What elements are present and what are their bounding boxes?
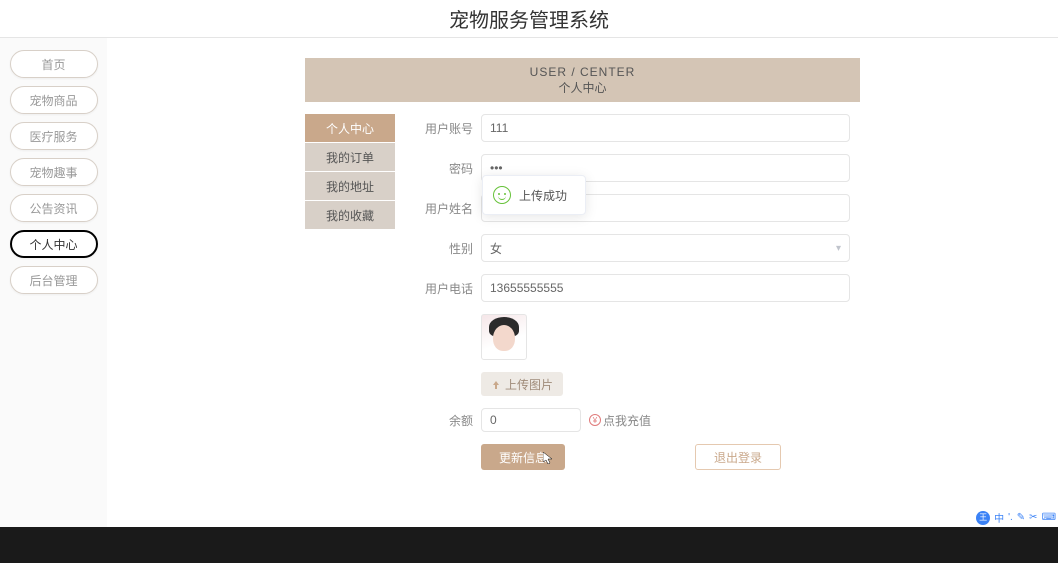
upload-image-button[interactable]: 上传图片 [481,372,563,396]
account-label: 用户账号 [413,120,473,137]
footer-bar [0,527,1058,563]
banner-title-en: USER / CENTER [530,65,636,79]
tab-profile[interactable]: 个人中心 [305,114,395,142]
banner-title-cn: 个人中心 [558,79,606,96]
name-label: 用户姓名 [413,200,473,217]
sidebar-nav: 首页 宠物商品 医疗服务 宠物趣事 公告资讯 个人中心 后台管理 [0,38,107,563]
profile-form: 用户账号 密码 用户姓名 性别 女 [395,114,860,470]
recharge-link[interactable]: ¥ 点我充值 [589,412,651,429]
avatar-preview [481,314,527,360]
profile-tabs: 个人中心 我的订单 我的地址 我的收藏 [305,114,395,470]
app-header: 宠物服务管理系统 [0,0,1058,38]
toast-message: 上传成功 [519,187,567,204]
update-button[interactable]: 更新信息 [481,444,565,470]
tab-orders[interactable]: 我的订单 [305,143,395,171]
nav-stories[interactable]: 宠物趣事 [10,158,98,186]
yuan-icon: ¥ [589,414,601,426]
ime-keyboard-icon[interactable]: ⌨ [1042,512,1056,523]
gender-select[interactable]: 女 [481,234,850,262]
gender-label: 性别 [413,240,473,257]
nav-news[interactable]: 公告资讯 [10,194,98,222]
ime-toolbar[interactable]: 王 中 '. ✎ ✂ ⌨ [976,510,1056,525]
upload-icon [491,379,501,389]
nav-admin[interactable]: 后台管理 [10,266,98,294]
ime-punct[interactable]: '. [1008,512,1013,523]
app-title: 宠物服务管理系统 [449,4,609,33]
nav-products[interactable]: 宠物商品 [10,86,98,114]
page-banner: USER / CENTER 个人中心 [305,58,860,102]
nav-medical[interactable]: 医疗服务 [10,122,98,150]
password-label: 密码 [413,160,473,177]
smile-icon [493,186,511,204]
success-toast: 上传成功 [482,175,586,215]
phone-input[interactable] [481,274,850,302]
logout-button[interactable]: 退出登录 [695,444,781,470]
ime-mode[interactable]: 中 [994,510,1004,525]
nav-user-center[interactable]: 个人中心 [10,230,98,258]
ime-edit-icon[interactable]: ✎ [1017,512,1025,523]
ime-cut-icon[interactable]: ✂ [1029,512,1037,523]
account-input[interactable] [481,114,850,142]
balance-label: 余额 [413,412,473,429]
tab-favorites[interactable]: 我的收藏 [305,201,395,229]
phone-label: 用户电话 [413,280,473,297]
balance-input[interactable] [481,408,581,432]
ime-badge-icon[interactable]: 王 [976,511,990,525]
nav-home[interactable]: 首页 [10,50,98,78]
tab-addresses[interactable]: 我的地址 [305,172,395,200]
